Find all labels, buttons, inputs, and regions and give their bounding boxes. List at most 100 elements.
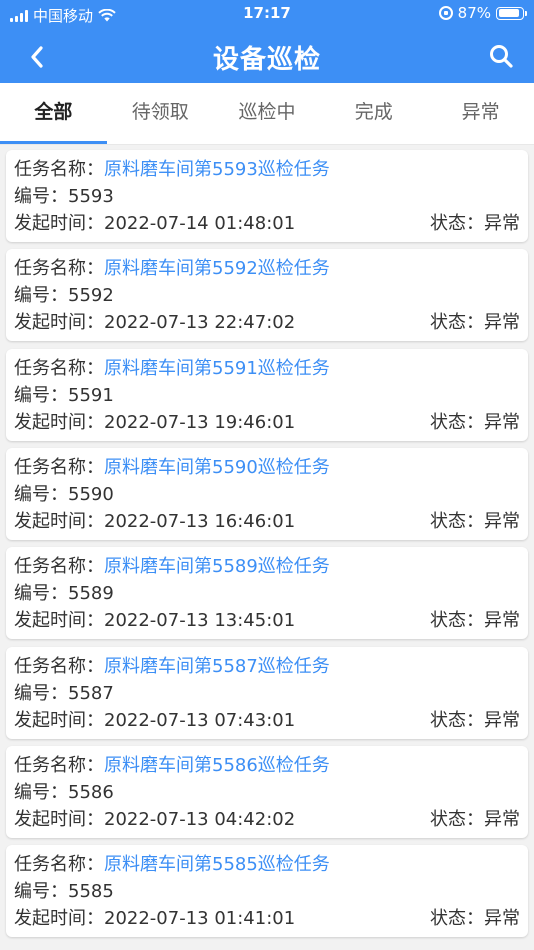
- task-name-row: 任务名称：原料磨车间第5592巡检任务: [14, 255, 520, 282]
- task-status-label: 状态：: [430, 213, 484, 234]
- task-name-label: 任务名称：: [14, 754, 104, 776]
- task-name-label: 任务名称：: [14, 655, 104, 677]
- task-time-row: 发起时间：2022-07-13 07:43:01 状态：异常: [14, 707, 520, 734]
- task-time: 2022-07-13 04:42:02: [104, 808, 296, 830]
- task-name[interactable]: 原料磨车间第5586巡检任务: [104, 755, 330, 776]
- task-number-label: 编号：: [14, 682, 68, 704]
- task-number-row: 编号：5587: [14, 680, 520, 707]
- tab-pending[interactable]: 待领取: [107, 83, 214, 144]
- task-number-label: 编号：: [14, 881, 68, 903]
- task-name-label: 任务名称：: [14, 556, 104, 578]
- task-number: 5587: [68, 682, 114, 704]
- task-number-label: 编号：: [14, 285, 68, 307]
- task-name-label: 任务名称：: [14, 159, 104, 180]
- task-name[interactable]: 原料磨车间第5585巡检任务: [104, 854, 330, 875]
- task-name-label: 任务名称：: [14, 258, 104, 280]
- task-card[interactable]: 任务名称：原料磨车间第5591巡检任务 编号：5591 发起时间：2022-07-1…: [6, 348, 528, 441]
- task-card[interactable]: 任务名称：原料磨车间第5586巡检任务编号：5586 发起时间：2022-07-1…: [6, 745, 528, 838]
- task-card[interactable]: 任务名称：原料磨车间第5592巡检任务 编号：5592 发起时间：2022-07-1…: [6, 249, 528, 342]
- task-card[interactable]: 任务名称：原料磨车间第5587巡检任务 编号：5587 发起时间：2022-07-1…: [6, 646, 528, 739]
- task-name[interactable]: 原料磨车间第5591巡检任务: [104, 358, 330, 379]
- task-number-row: 编号：5589: [14, 580, 520, 607]
- task-number: 5592: [68, 285, 114, 307]
- task-status-label: 状态：: [430, 510, 484, 532]
- task-name[interactable]: 原料磨车间第5589巡检任务: [104, 556, 330, 577]
- task-status-label: 状态：: [430, 411, 484, 433]
- task-time-row: 发起时间：2022-07-13 19:46:01 状态：异常: [14, 409, 520, 436]
- task-number: 5591: [68, 384, 114, 406]
- task-name-label: 任务名称：: [14, 854, 104, 876]
- task-time-row: 发起时间：2022-07-13 01:41:01 状态：异常: [14, 905, 520, 932]
- task-number-label: 编号：: [14, 186, 68, 207]
- orientation-lock-icon: [438, 6, 453, 20]
- task-time-label: 发起时间：: [14, 411, 104, 433]
- task-name-label: 任务名称：: [14, 456, 104, 478]
- task-number-row: 编号：5593: [14, 183, 520, 210]
- task-name-row: 任务名称：原料磨车间第5589巡检任务: [14, 553, 520, 580]
- tab-abnormal[interactable]: 异常: [427, 83, 534, 144]
- task-number: 5589: [68, 583, 114, 605]
- task-time: 2022-07-13 16:46:01: [104, 510, 296, 532]
- task-card[interactable]: 任务名称：原料磨车间第5590巡检任务 编号：5590 发起时间：2022-07-1…: [6, 447, 528, 540]
- task-time-row: 发起时间：2022-07-13 04:42:02 状态：异常: [14, 806, 520, 833]
- page-title: 设备巡检: [212, 45, 321, 75]
- task-number: 5593: [68, 186, 114, 207]
- task-name-row: 任务名称：原料磨车间第5590巡检任务: [14, 454, 520, 481]
- task-status-label: 状态：: [430, 908, 484, 930]
- battery-info: 87%: [438, 4, 527, 22]
- task-time-row: 发起时间：2022-07-13 22:47:02 状态：异常: [14, 309, 520, 336]
- task-name-label: 任务名称：: [14, 357, 104, 379]
- task-time-row: 发起时间：2022-07-14 01:48:01 状态：异常: [14, 210, 520, 237]
- task-name-row: 任务名称：原料磨车间第5587巡检任务: [14, 653, 520, 680]
- tab-in-progress[interactable]: 巡检中: [214, 83, 321, 144]
- task-number-row: 编号：5592: [14, 282, 520, 309]
- task-time-label: 发起时间：: [14, 908, 104, 930]
- task-time: 2022-07-13 19:46:01: [104, 411, 296, 433]
- task-time-label: 发起时间：: [14, 213, 104, 234]
- task-status: 异常: [484, 709, 520, 731]
- task-time-label: 发起时间：: [14, 312, 104, 334]
- task-status: 异常: [484, 610, 520, 632]
- task-time-label: 发起时间：: [14, 709, 104, 731]
- app-header: 中国移动 17:17 87% 设备巡检: [0, 0, 534, 83]
- task-name[interactable]: 原料磨车间第5590巡检任务: [104, 457, 330, 478]
- task-status: 异常: [484, 213, 520, 234]
- task-time: 2022-07-13 13:45:01: [104, 610, 296, 632]
- task-number: 5585: [68, 881, 114, 903]
- task-number: 5586: [68, 781, 114, 803]
- nav-bar: 设备巡检: [0, 30, 534, 83]
- tab-all[interactable]: 全部: [0, 83, 107, 144]
- task-time: 2022-07-13 07:43:01: [104, 709, 296, 731]
- task-status: 异常: [484, 808, 520, 830]
- task-time: 2022-07-13 01:41:01: [104, 908, 296, 930]
- task-number-label: 编号：: [14, 384, 68, 406]
- status-bar: 中国移动 17:17 87%: [0, 0, 534, 30]
- task-number-label: 编号：: [14, 781, 68, 803]
- task-time-row: 发起时间：2022-07-13 13:45:01 状态：异常: [14, 607, 520, 634]
- task-time-label: 发起时间：: [14, 510, 104, 532]
- task-time-label: 发起时间：: [14, 610, 104, 632]
- task-card[interactable]: 任务名称：原料磨车间第5585巡检任务 编号：5585 发起时间：2022-07-1…: [6, 845, 528, 938]
- task-number: 5590: [68, 483, 114, 505]
- task-status: 异常: [484, 510, 520, 532]
- battery-percent: 87%: [457, 4, 491, 22]
- task-number-row: 编号：5585: [14, 878, 520, 905]
- search-icon: [490, 45, 513, 68]
- battery-icon: [496, 6, 527, 20]
- task-number-label: 编号：: [14, 583, 68, 605]
- search-button[interactable]: [484, 39, 518, 73]
- task-number-row: 编号：5590: [14, 481, 520, 508]
- task-time: 2022-07-13 22:47:02: [104, 312, 296, 334]
- task-status: 异常: [484, 908, 520, 930]
- tab-completed[interactable]: 完成: [320, 83, 427, 144]
- task-name-row: 任务名称：原料磨车间第5593巡检任务: [14, 156, 520, 183]
- task-name[interactable]: 原料磨车间第5587巡检任务: [104, 656, 330, 677]
- task-name[interactable]: 原料磨车间第5593巡检任务: [104, 159, 330, 180]
- task-card[interactable]: 任务名称：原料磨车间第5589巡检任务 编号：5589 发起时间：2022-07-1…: [6, 547, 528, 640]
- task-status: 异常: [484, 411, 520, 433]
- task-name-row: 任务名称：原料磨车间第5591巡检任务: [14, 355, 520, 382]
- battery-fill: [498, 9, 519, 17]
- task-card[interactable]: 任务名称：原料磨车间第5593巡检任务 编号：5593 发起时间：2022-07-1…: [6, 150, 528, 242]
- task-status-label: 状态：: [430, 312, 484, 334]
- task-name[interactable]: 原料磨车间第5592巡检任务: [104, 258, 330, 279]
